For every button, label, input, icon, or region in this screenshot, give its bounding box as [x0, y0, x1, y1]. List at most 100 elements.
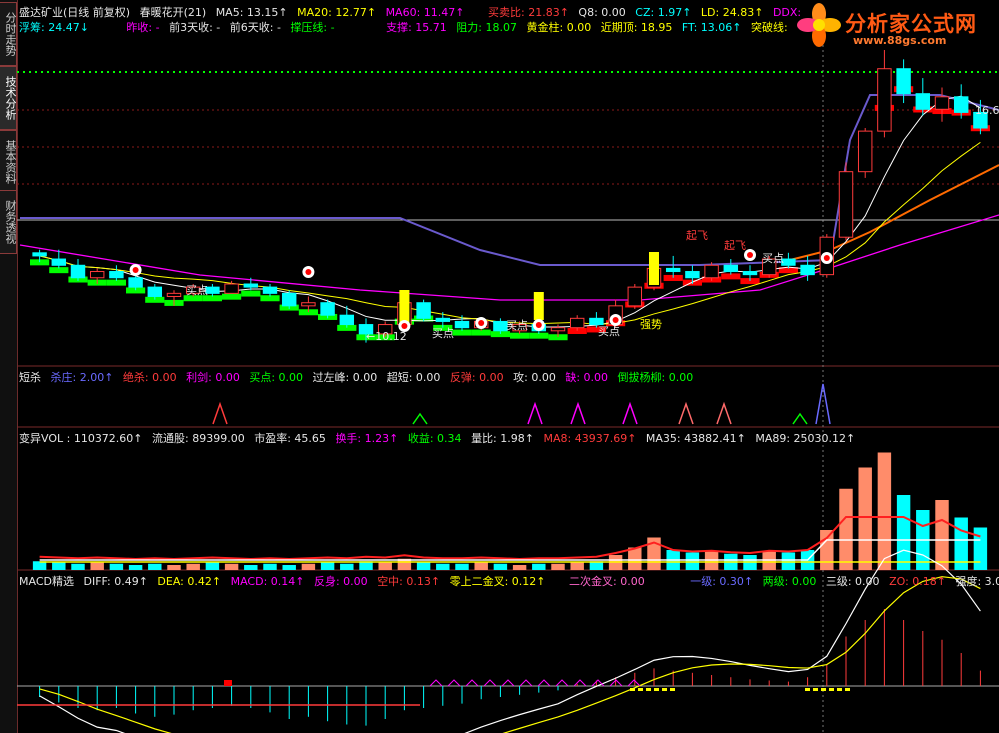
macd-yellow-marker [654, 688, 659, 691]
candle-body [953, 96, 969, 113]
candle-body [665, 267, 681, 273]
gong-value: 攻: 0.00 [513, 371, 556, 384]
volume-bar [71, 563, 85, 570]
candle-body [550, 327, 566, 332]
signal-triangle [678, 401, 694, 425]
volume-bar [570, 562, 584, 570]
signal-triangle [527, 401, 543, 425]
signal-triangle [412, 412, 428, 425]
volume-bar [109, 563, 124, 570]
buy-label-1: 买点 [186, 284, 208, 297]
volume-bar [244, 565, 258, 570]
macd-purple-marker [627, 679, 641, 687]
zhicheng-value: 支撑: 15.71 [386, 21, 447, 34]
ma60-value: MA60: 11.47↑ [385, 6, 465, 19]
candle-body [301, 302, 316, 307]
candle-body [838, 171, 854, 238]
erci-value: 二次金叉: 0.00 [569, 575, 645, 588]
volume-bar [282, 565, 296, 570]
chaoduan-value: 超短: 0.00 [386, 371, 441, 384]
panel4-name[interactable]: MACD精选 [19, 575, 74, 588]
macd-purple-marker [555, 679, 569, 687]
macd-purple-marker [501, 679, 515, 687]
signal-triangle [792, 412, 808, 425]
candle-body [915, 93, 931, 110]
cz-value: CZ: 1.97↑ [635, 6, 692, 19]
site-logo: 分析家公式网 www.88gs.com [795, 2, 995, 47]
buy-marker-core [612, 317, 619, 323]
logo-url[interactable]: www.88gs.com [853, 34, 946, 47]
volume-bar [973, 527, 988, 570]
macd-yellow-marker [638, 688, 643, 691]
candle-body [800, 264, 815, 276]
que-value: 缺: 0.00 [565, 371, 609, 384]
macd-value: MACD: 0.14↑ [230, 575, 305, 588]
volume-bar [839, 488, 853, 570]
macd-purple-marker [573, 679, 587, 687]
trend-band-segment [222, 293, 242, 300]
macd-yellow-marker [837, 688, 842, 691]
buy-label-3: 买点 [506, 319, 528, 332]
ma5-value: MA5: 13.15↑ [215, 6, 288, 19]
signal-triangle [622, 401, 638, 425]
volume-bar [551, 563, 565, 570]
chao-label: 起飞 [686, 229, 708, 242]
candle-body [109, 271, 124, 279]
chart-canvas[interactable] [0, 0, 999, 733]
lijian-value: 利剑: 0.00 [186, 371, 240, 384]
macd-red-marker [224, 680, 232, 686]
candle-body [70, 264, 86, 279]
macd-yellow-marker [821, 688, 826, 691]
candle-body [281, 292, 297, 307]
panel4-header: MACD精选 DIFF: 0.49↑ DEA: 0.42↑ MACD: 0.14… [19, 575, 999, 588]
vol-value[interactable]: 变异VOL : 110372.60↑ [19, 432, 143, 445]
volume-bar [205, 562, 220, 570]
huanshou-value: 换手: 1.23↑ [335, 432, 399, 445]
candle-body [569, 317, 585, 329]
ma20-value: MA20: 12.77↑ [297, 6, 377, 19]
candle-body [339, 314, 355, 326]
candle-body [896, 68, 911, 95]
buy-label-5: 买点 [762, 252, 784, 265]
shiying-value: 市盈率: 45.65 [254, 432, 326, 445]
fanshen-value: 反身: 0.00 [313, 575, 368, 588]
volume-bar [877, 452, 892, 570]
macd-yellow-marker [805, 688, 810, 691]
volume-bar [167, 565, 181, 570]
macd-purple-marker [519, 679, 533, 687]
stock-title: 盛达矿业(日线 前复权) [19, 6, 131, 19]
trend-band-segment [241, 290, 261, 297]
candle-body [685, 271, 700, 279]
candle-body [166, 292, 182, 297]
macd-purple-marker [483, 679, 497, 687]
macd-purple-marker [537, 679, 551, 687]
huangjin-value: 黄金柱: 0.00 [526, 21, 592, 34]
volume-bar [436, 563, 450, 570]
volume-bar [474, 562, 488, 570]
buy-label-4: 买点 [598, 325, 620, 338]
volume-bar [820, 530, 834, 570]
buy-marker-core [132, 267, 139, 273]
fuchou-value: 浮筹: 24.47↓ [19, 21, 89, 34]
volume-bar [320, 562, 335, 570]
panel2-name[interactable]: 短杀 [19, 371, 41, 384]
volume-bar [224, 563, 239, 570]
volume-bar [455, 563, 469, 570]
main-header-row2: 浮筹: 24.47↓ 昨收: - 前3天收: - 前6天收: - 撑压线: - … [19, 21, 794, 34]
volume-bar [90, 562, 104, 570]
indicator-name[interactable]: 春暖花开(21) [140, 6, 207, 19]
signal-triangle [570, 401, 586, 425]
volume-bar [935, 500, 949, 570]
candle-body [435, 317, 451, 322]
fanzhuan-value: 反弹: 0.00 [449, 371, 504, 384]
zuli-value: 阻力: 18.07 [456, 21, 518, 34]
buy-marker-core [747, 252, 753, 258]
buy-marker-core [535, 322, 542, 328]
candle-body [627, 286, 643, 307]
candle-body [320, 302, 335, 316]
candle-body [704, 264, 719, 279]
flower-icon [797, 3, 841, 47]
volume-bar [493, 563, 508, 570]
macd-yellow-marker [662, 688, 667, 691]
liutong-value: 流通股: 89399.00 [152, 432, 245, 445]
